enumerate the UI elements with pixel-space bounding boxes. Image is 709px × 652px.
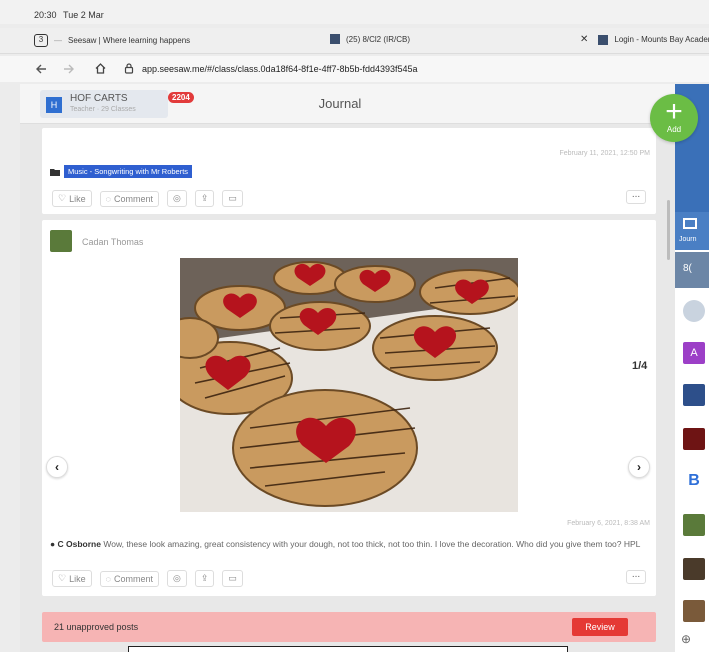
journal-tab-label: Journ [679, 236, 697, 243]
comment-button[interactable]: ◌ Comment [99, 570, 159, 587]
tab-label: (25) 8/Cl2 (IR/CB) [346, 34, 411, 44]
next-photo-button[interactable]: › [628, 456, 650, 478]
speech-icon: ◎ [172, 193, 181, 203]
home-icon[interactable] [94, 62, 107, 75]
student-avatar[interactable] [683, 558, 705, 580]
comment-icon: ◌ [105, 573, 111, 584]
post-actions: ♡ Like ◌ Comment ◎ ⇪ ▭ [52, 190, 243, 207]
app-header: H HOF CARTS Teacher · 29 Classes 2204 Jo… [20, 84, 709, 124]
share-icon: ⇪ [200, 193, 209, 203]
forward-icon[interactable] [62, 63, 74, 75]
folder-button[interactable]: ▭ [222, 190, 243, 207]
folder-outline-icon: ▭ [228, 573, 237, 583]
student-avatar[interactable] [683, 384, 705, 406]
post-card: Cadan Thomas 1/4 ‹ › February 6, 2021, 8… [42, 220, 656, 596]
unapproved-posts-bar: 21 unapproved posts Review [42, 612, 656, 642]
tab-label: Login - Mounts Bay Academ [614, 35, 709, 44]
more-options-button[interactable]: ... [626, 190, 646, 204]
plus-icon: + [665, 95, 683, 128]
unapproved-count: 21 unapproved posts [54, 622, 139, 632]
status-date: Tue 2 Mar [63, 10, 104, 20]
author-name[interactable]: Cadan Thomas [82, 237, 143, 247]
teacher-comment: ● C Osborne Wow, these look amazing, gre… [50, 538, 646, 551]
page-title: Journal [318, 96, 362, 111]
cookies-image [180, 258, 518, 512]
post-date: February 6, 2021, 8:38 AM [567, 520, 650, 527]
tab-label: Seesaw | Where learning happens [68, 36, 191, 45]
journal-tab-icon [683, 218, 697, 229]
comment-label: Comment [113, 573, 153, 584]
share-button[interactable]: ⇪ [194, 190, 215, 207]
comment-text: Wow, these look amazing, great consisten… [103, 539, 641, 549]
back-icon[interactable] [36, 63, 48, 75]
students-panel: Journ 8( A B ⊕ [675, 84, 709, 652]
review-button[interactable]: Review [572, 618, 628, 636]
post-photo[interactable] [180, 258, 518, 512]
tab-cl2[interactable]: (25) 8/Cl2 (IR/CB) [330, 34, 410, 44]
author-avatar[interactable] [50, 230, 72, 252]
chevron-left-icon: ‹ [55, 460, 59, 474]
comment-icon: ◌ [105, 193, 111, 204]
comment-author: C Osborne [57, 539, 101, 549]
tab-seesaw[interactable]: 3 — Seesaw | Where learning happens [34, 34, 190, 47]
lock-icon [124, 63, 134, 74]
browser-tab-bar: 3 — Seesaw | Where learning happens (25)… [0, 28, 709, 54]
next-post-peek [128, 646, 568, 652]
previous-photo-button[interactable]: ‹ [46, 456, 68, 478]
comment-button[interactable]: ◌ Comment [99, 190, 159, 207]
speech-icon: ◎ [172, 573, 181, 583]
seesaw-app: H HOF CARTS Teacher · 29 Classes 2204 Jo… [20, 84, 709, 652]
folder-tag[interactable]: Music - Songwriting with Mr Roberts [50, 165, 193, 178]
tab-login[interactable]: ✕ Login - Mounts Bay Academ [580, 34, 709, 45]
scrollbar[interactable] [667, 200, 670, 260]
post-date: February 11, 2021, 12:50 PM [559, 150, 650, 157]
folder-icon [50, 168, 60, 176]
folder-outline-icon: ▭ [228, 193, 237, 203]
like-button[interactable]: ♡ Like [52, 190, 92, 207]
class-code-row[interactable]: 8( [675, 252, 709, 288]
voice-comment-button[interactable]: ◎ [166, 570, 187, 587]
status-time: 20:30 [34, 10, 57, 20]
address-bar: app.seesaw.me/#/class/class.0da18f64-8f1… [0, 56, 709, 82]
url-field[interactable]: app.seesaw.me/#/class/class.0da18f64-8f1… [142, 64, 418, 74]
more-options-button[interactable]: ... [626, 570, 646, 584]
student-avatar[interactable]: A [683, 342, 705, 364]
photo-counter: 1/4 [632, 360, 648, 372]
heart-icon: ♡ [58, 573, 67, 583]
add-button[interactable]: + Add [650, 94, 698, 142]
voice-comment-button[interactable]: ◎ [166, 190, 187, 207]
post-card: February 11, 2021, 12:50 PM Music - Song… [42, 128, 656, 214]
post-actions: ♡ Like ◌ Comment ◎ ⇪ ▭ [52, 570, 243, 587]
tab-loading-icon: — [54, 36, 62, 45]
class-code: 8( [683, 263, 692, 274]
comment-bubble-icon: ● [50, 539, 56, 549]
add-label: Add [666, 125, 682, 134]
student-avatar[interactable] [683, 600, 705, 622]
tab-count-button[interactable]: 3 [34, 34, 48, 47]
share-icon: ⇪ [200, 573, 209, 583]
share-button[interactable]: ⇪ [194, 570, 215, 587]
chevron-right-icon: › [637, 460, 641, 474]
add-student-icon[interactable]: ⊕ [681, 632, 691, 646]
folder-label: Music - Songwriting with Mr Roberts [64, 165, 193, 178]
heart-icon: ♡ [58, 193, 67, 203]
student-avatar[interactable]: B [683, 470, 705, 492]
comment-label: Comment [113, 193, 153, 204]
status-bar: 20:30 Tue 2 Mar [0, 0, 709, 24]
student-avatar[interactable] [683, 428, 705, 450]
student-avatar[interactable] [683, 514, 705, 536]
like-label: Like [69, 193, 86, 204]
close-tab-icon[interactable]: ✕ [580, 34, 588, 45]
like-label: Like [69, 573, 86, 584]
tab-favicon-icon [598, 34, 609, 45]
tab-favicon-icon [330, 34, 340, 44]
journal-tab[interactable]: Journ [675, 212, 709, 250]
like-button[interactable]: ♡ Like [52, 570, 92, 587]
student-avatar[interactable] [683, 300, 705, 322]
folder-button[interactable]: ▭ [222, 570, 243, 587]
